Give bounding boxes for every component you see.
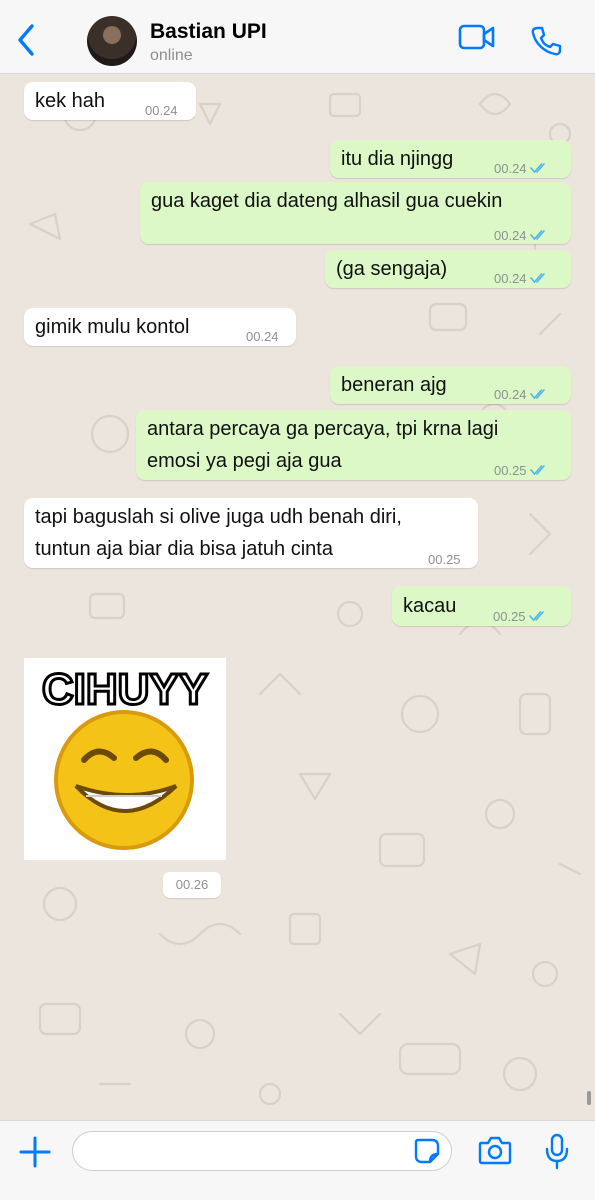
message-text: gimik mulu kontol (35, 316, 190, 338)
message-input[interactable] (72, 1131, 452, 1171)
message-time: 00.24 (494, 228, 527, 243)
incoming-message[interactable]: gimik mulu kontol 00.24 (24, 308, 296, 346)
message-time: 00.24 (494, 387, 527, 402)
plus-icon (19, 1136, 51, 1168)
message-text-line-1: tapi baguslah si olive juga udh benah di… (35, 506, 402, 528)
message-time: 00.24 (246, 329, 279, 344)
avatar[interactable] (87, 16, 137, 66)
double-check-icon (529, 163, 545, 174)
outgoing-message[interactable]: antara percaya ga percaya, tpi krna lagi… (136, 410, 571, 480)
chat-header: Bastian UPI online (0, 0, 595, 74)
outgoing-message[interactable]: itu dia njingg 00.24 (330, 140, 571, 178)
voice-call-button[interactable] (530, 25, 562, 62)
sticker-icon (414, 1138, 440, 1164)
message-text: beneran ajg (341, 374, 447, 396)
message-time: 00.24 (145, 103, 178, 118)
sticker-caption: CIHUYY (42, 665, 208, 714)
message-text: kek hah (35, 90, 106, 112)
incoming-message[interactable]: kek hah 00.24 (24, 82, 196, 120)
sticker-message[interactable]: CIHUYY (24, 658, 226, 860)
contact-name[interactable]: Bastian UPI (150, 20, 267, 44)
phone-icon (531, 26, 562, 56)
voice-note-button[interactable] (544, 1133, 570, 1176)
message-time: 00.25 (494, 463, 527, 478)
contact-status: online (150, 47, 193, 64)
sticker-button[interactable] (414, 1138, 440, 1169)
scroll-indicator[interactable] (587, 1091, 591, 1105)
back-button[interactable] (12, 22, 42, 58)
laughing-emoji-sticker: CIHUYY (40, 664, 210, 850)
video-call-button[interactable] (458, 24, 496, 55)
message-time: 00.25 (493, 609, 526, 624)
message-text: gua kaget dia dateng alhasil gua cuekin (151, 190, 503, 212)
double-check-icon (529, 389, 545, 400)
message-text-line-1: antara percaya ga percaya, tpi krna lagi (147, 418, 499, 440)
double-check-icon (529, 230, 545, 241)
message-text: (ga sengaja) (336, 258, 448, 280)
message-text: kacau (403, 595, 457, 617)
outgoing-message[interactable]: gua kaget dia dateng alhasil gua cuekin … (140, 182, 571, 244)
chat-area[interactable]: kek hah 00.24 itu dia njingg 00.24 gua k… (0, 74, 595, 1120)
composer-bar (0, 1091, 595, 1200)
message-text-line-2: emosi ya pegi aja gua (147, 450, 342, 472)
double-check-icon (528, 611, 544, 622)
camera-button[interactable] (478, 1135, 512, 1170)
double-check-icon (529, 273, 545, 284)
message-text: itu dia njingg (341, 148, 454, 170)
microphone-icon (545, 1133, 569, 1170)
attach-button[interactable] (18, 1135, 52, 1174)
video-call-icon (458, 24, 495, 50)
message-text-line-2: tuntun aja biar dia bisa jatuh cinta (35, 538, 333, 560)
chevron-left-icon (18, 24, 34, 56)
outgoing-message[interactable]: beneran ajg 00.24 (330, 366, 571, 404)
message-time: 00.24 (494, 271, 527, 286)
incoming-message[interactable]: tapi baguslah si olive juga udh benah di… (24, 498, 478, 568)
sticker-time: 00.26 (163, 872, 221, 898)
outgoing-message[interactable]: (ga sengaja) 00.24 (325, 250, 571, 288)
message-time: 00.24 (494, 161, 527, 176)
camera-icon (478, 1136, 512, 1165)
double-check-icon (529, 465, 545, 476)
outgoing-message[interactable]: kacau 00.25 (392, 586, 571, 626)
message-time: 00.25 (428, 552, 461, 567)
